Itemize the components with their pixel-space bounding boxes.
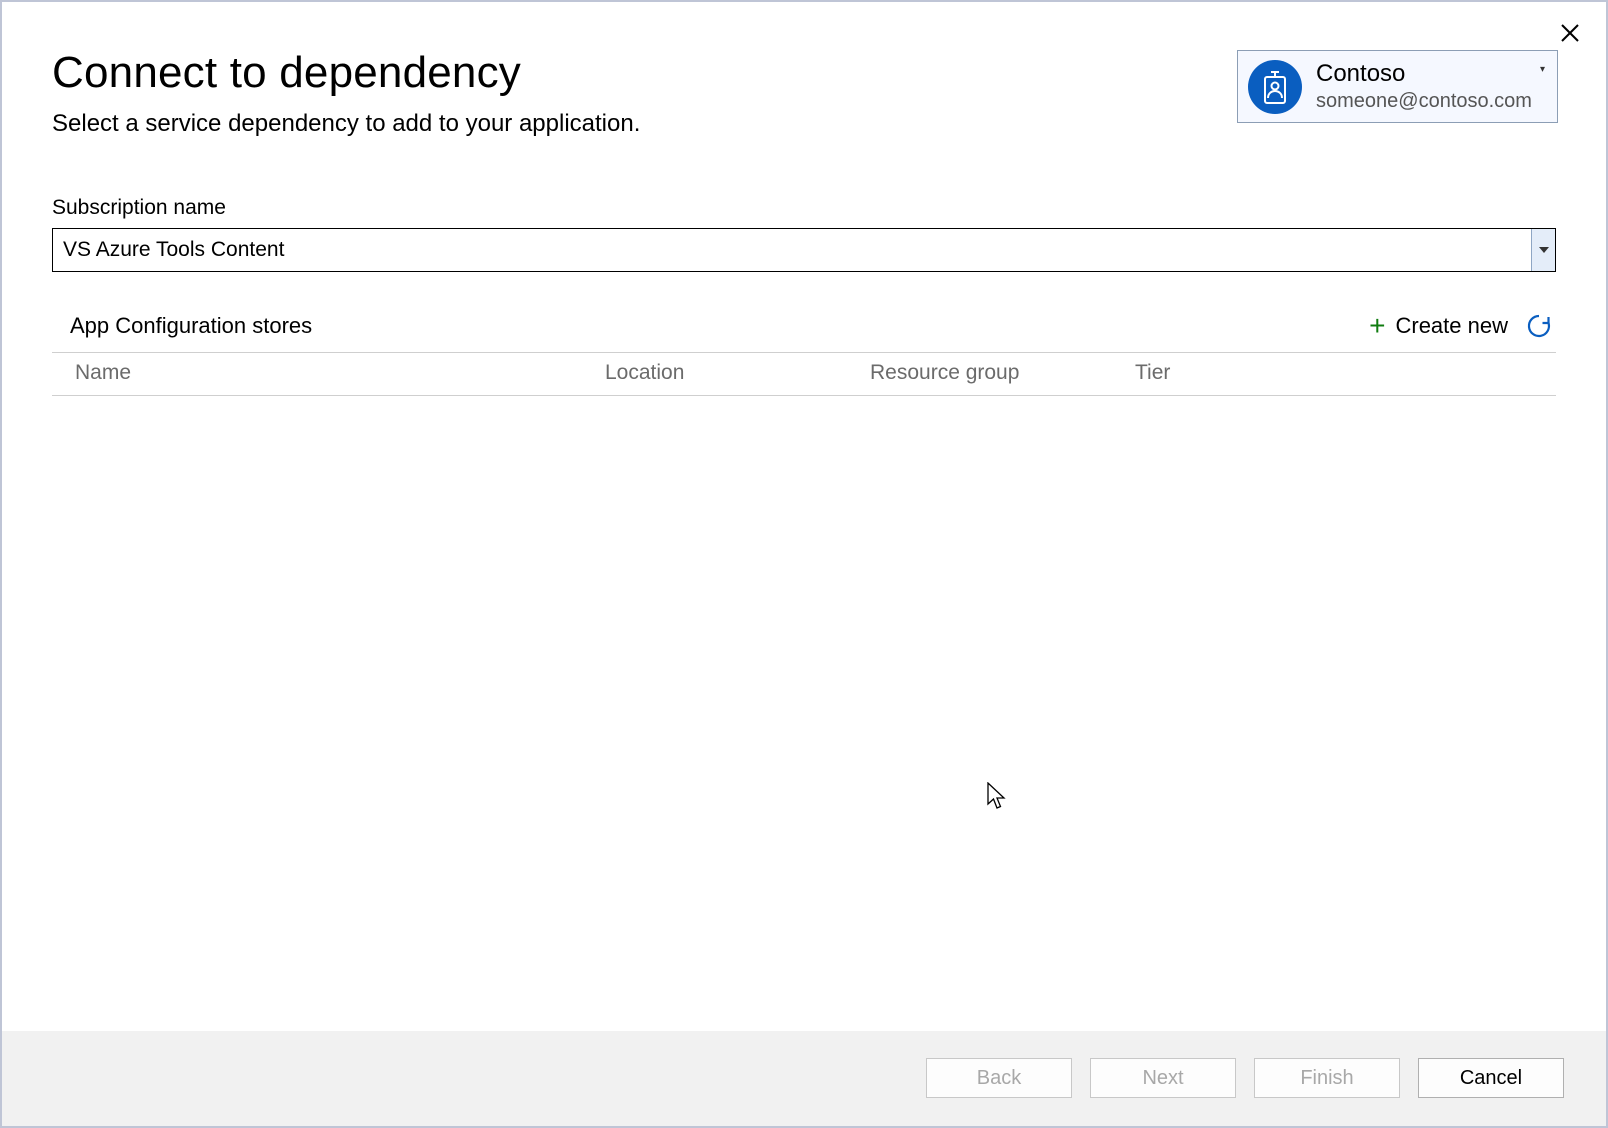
dialog-footer: Back Next Finish Cancel — [2, 1031, 1606, 1126]
cancel-button[interactable]: Cancel — [1418, 1058, 1564, 1098]
stores-section-title: App Configuration stores — [70, 313, 1369, 339]
create-new-label: Create new — [1395, 313, 1508, 339]
next-button[interactable]: Next — [1090, 1058, 1236, 1098]
refresh-button[interactable] — [1526, 313, 1552, 339]
chevron-down-icon: ▾ — [1540, 64, 1545, 75]
account-name: Contoso — [1316, 59, 1532, 89]
refresh-icon — [1526, 313, 1552, 339]
close-button[interactable] — [1552, 14, 1588, 54]
connect-dependency-dialog: Contoso someone@contoso.com ▾ Connect to… — [0, 0, 1608, 1128]
dropdown-toggle[interactable] — [1531, 229, 1555, 271]
finish-button[interactable]: Finish — [1254, 1058, 1400, 1098]
table-header-row: Name Location Resource group Tier — [52, 353, 1556, 396]
create-new-link[interactable]: + Create new — [1369, 310, 1508, 342]
subscription-value: VS Azure Tools Content — [53, 229, 1531, 271]
subscription-dropdown[interactable]: VS Azure Tools Content — [52, 228, 1556, 272]
column-header-tier[interactable]: Tier — [1135, 361, 1556, 385]
account-text: Contoso someone@contoso.com — [1316, 59, 1532, 114]
account-email: someone@contoso.com — [1316, 89, 1532, 114]
chevron-down-icon — [1539, 247, 1549, 253]
badge-icon — [1248, 60, 1302, 114]
stores-table: Name Location Resource group Tier — [52, 352, 1556, 396]
account-selector[interactable]: Contoso someone@contoso.com ▾ — [1237, 50, 1558, 123]
column-header-name[interactable]: Name — [75, 361, 605, 385]
plus-icon: + — [1369, 310, 1385, 342]
subscription-label: Subscription name — [52, 196, 1556, 220]
column-header-resource-group[interactable]: Resource group — [870, 361, 1135, 385]
close-icon — [1560, 23, 1580, 43]
column-header-location[interactable]: Location — [605, 361, 870, 385]
back-button[interactable]: Back — [926, 1058, 1072, 1098]
